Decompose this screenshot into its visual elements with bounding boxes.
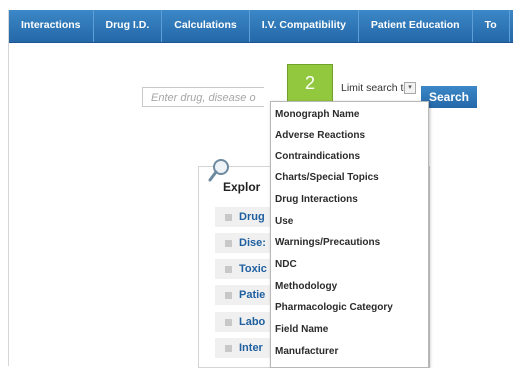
bullet-square-icon [225,265,232,273]
explore-item-drug[interactable]: Drug [215,207,275,227]
search-button[interactable]: Search [421,86,477,108]
option-warnings-precautions[interactable]: Warnings/Precautions [275,237,380,248]
explore-item-interactions[interactable]: Inter [215,338,275,358]
bullet-square-icon [225,344,232,352]
tab-drug-id[interactable]: Drug I.D. [94,10,163,42]
option-ndc[interactable]: NDC [275,259,297,270]
bullet-square-icon [225,239,232,247]
tab-patient-education[interactable]: Patient Education [359,10,473,42]
explore-item-patient[interactable]: Patie [215,285,275,305]
step-number-badge: 2 [287,64,333,102]
bullet-square-icon [225,318,232,326]
explore-title: Explor [223,180,261,194]
option-charts-special-topics[interactable]: Charts/Special Topics [275,172,379,183]
bullet-square-icon [225,213,232,221]
option-monograph-name[interactable]: Monograph Name [275,109,359,120]
option-pharmacologic-category[interactable]: Pharmacologic Category [275,302,393,313]
option-field-name[interactable]: Field Name [275,324,328,335]
explore-item-toxic[interactable]: Toxic [215,259,275,279]
tab-truncated[interactable]: To [473,10,510,42]
limit-search-dropdown-toggle[interactable]: ▾ [404,82,416,94]
tab-calculations[interactable]: Calculations [162,10,250,42]
explore-item-disease[interactable]: Dise: [215,233,275,253]
option-contraindications[interactable]: Contraindications [275,151,360,162]
option-use[interactable]: Use [275,216,293,227]
bullet-square-icon [225,291,232,299]
search-input[interactable]: Enter drug, disease o [142,87,264,107]
tab-interactions[interactable]: Interactions [9,10,94,42]
top-nav: Interactions Drug I.D. Calculations I.V.… [9,10,513,43]
limit-search-dropdown: Monograph Name Adverse Reactions Contrai… [270,101,429,368]
option-adverse-reactions[interactable]: Adverse Reactions [275,130,365,141]
option-methodology[interactable]: Methodology [275,281,337,292]
option-drug-interactions[interactable]: Drug Interactions [275,194,358,205]
explore-item-lab[interactable]: Labo [215,312,275,332]
option-manufacturer[interactable]: Manufacturer [275,346,338,357]
tab-iv-compatibility[interactable]: I.V. Compatibility [250,10,359,42]
limit-search-label: Limit search to [341,82,410,94]
